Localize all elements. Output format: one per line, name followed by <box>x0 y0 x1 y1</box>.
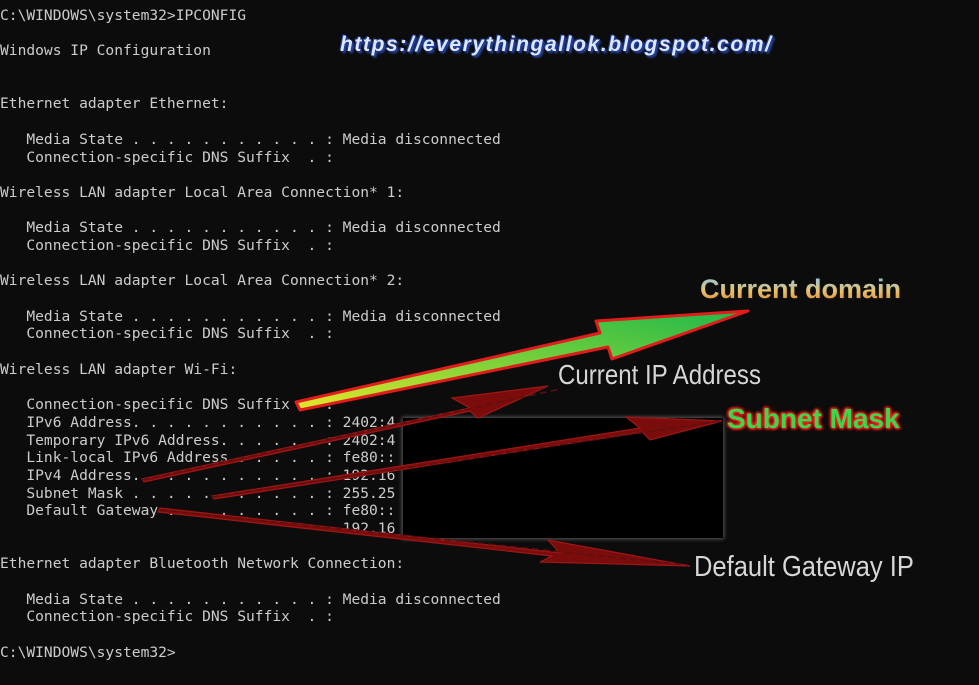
adapter-heading: Wireless LAN adapter Local Area Connecti… <box>0 272 405 290</box>
command-prompt-window: C:\WINDOWS\system32>IPCONFIG Windows IP C… <box>0 0 979 685</box>
adapter-heading: Ethernet adapter Bluetooth Network Conne… <box>0 555 405 573</box>
dns-suffix-line: Connection-specific DNS Suffix . : <box>0 148 334 166</box>
blog-watermark: https://everythingallok.blogspot.com/ <box>340 33 773 56</box>
dns-suffix-line: Connection-specific DNS Suffix . : <box>0 325 334 343</box>
default-gateway-ip-label: Default Gateway IP <box>694 551 914 583</box>
media-state-line: Media State . . . . . . . . . . . : Medi… <box>0 130 501 148</box>
prompt-line: C:\WINDOWS\system32> <box>0 643 176 661</box>
adapter-heading: Ethernet adapter Ethernet: <box>0 95 229 113</box>
dns-suffix-line: Connection-specific DNS Suffix . : <box>0 236 334 254</box>
terminal-output[interactable]: C:\WINDOWS\system32>IPCONFIG Windows IP C… <box>0 7 501 661</box>
media-state-line: Media State . . . . . . . . . . . : Medi… <box>0 590 501 608</box>
current-domain-label: Current domain <box>700 274 902 304</box>
dns-suffix-line: Connection-specific DNS Suffix . : <box>0 608 334 626</box>
current-ip-address-label: Current IP Address <box>558 359 762 390</box>
media-state-line: Media State . . . . . . . . . . . : Medi… <box>0 219 501 237</box>
adapter-heading: Wireless LAN adapter Wi-Fi: <box>0 360 238 378</box>
prompt-command-line: C:\WINDOWS\system32>IPCONFIG <box>0 7 247 24</box>
redaction-box <box>403 418 723 538</box>
media-state-line: Media State . . . . . . . . . . . : Medi… <box>0 307 501 325</box>
subnet-mask-label: Subnet Mask <box>727 403 900 434</box>
adapter-heading: Wireless LAN adapter Local Area Connecti… <box>0 183 405 201</box>
dns-suffix-line: Connection-specific DNS Suffix . : <box>0 396 334 414</box>
